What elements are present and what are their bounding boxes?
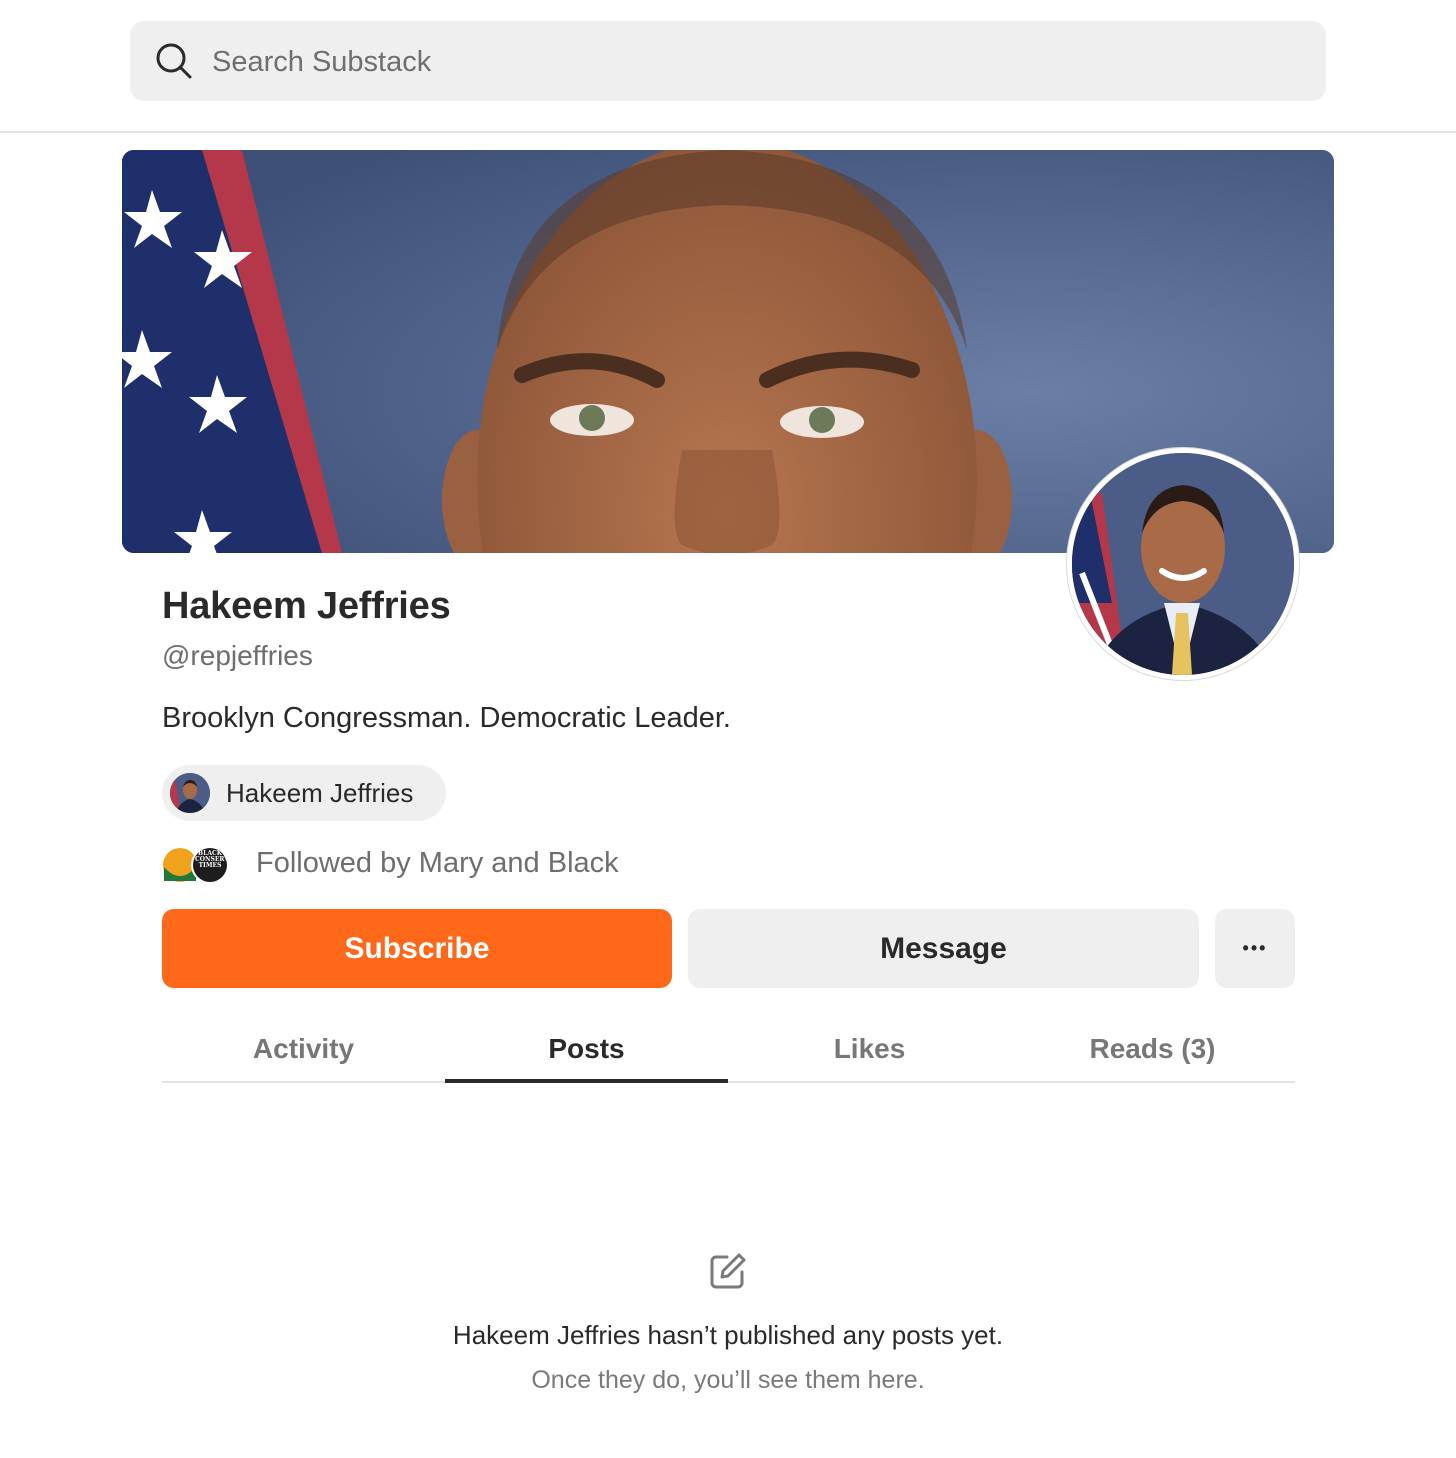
- follower-badge-text: BLACK CONSERVATIVE TIMES: [195, 850, 250, 869]
- followed-by-text[interactable]: Followed by Mary and Black: [256, 847, 619, 880]
- tab-likes[interactable]: Likes: [728, 1015, 1011, 1083]
- search-icon[interactable]: [154, 41, 194, 81]
- profile-name: Hakeem Jeffries: [162, 585, 451, 627]
- empty-state-subtitle: Once they do, you’ll see them here.: [531, 1366, 925, 1394]
- header-divider: [0, 131, 1456, 133]
- profile-avatar[interactable]: [1067, 448, 1299, 680]
- subscribe-button[interactable]: Subscribe: [162, 909, 672, 988]
- follower-avatars[interactable]: BLACK CONSERVATIVE TIMES: [162, 845, 250, 885]
- publication-avatar: [170, 773, 210, 813]
- profile-tabs: Activity Posts Likes Reads (3): [162, 1015, 1295, 1085]
- tab-posts[interactable]: Posts: [445, 1015, 728, 1083]
- profile-handle: @repjeffries: [162, 640, 313, 671]
- message-button[interactable]: Message: [688, 909, 1199, 988]
- edit-icon: [710, 1253, 746, 1289]
- publication-name: Hakeem Jeffries: [226, 778, 414, 808]
- profile-bio: Brooklyn Congressman. Democratic Leader.: [162, 702, 731, 734]
- profile-page: Hakeem Jeffries @repjeffries Brooklyn Co…: [0, 0, 1456, 1458]
- publication-chip[interactable]: Hakeem Jeffries: [162, 765, 446, 821]
- empty-state-title: Hakeem Jeffries hasn’t published any pos…: [452, 1320, 1004, 1350]
- ellipsis-icon: •••: [1242, 938, 1268, 958]
- active-tab-indicator: [445, 1079, 728, 1083]
- more-options-button[interactable]: •••: [1215, 909, 1295, 988]
- tabs-divider: [162, 1081, 1295, 1083]
- search-input[interactable]: [212, 40, 1292, 84]
- tab-activity[interactable]: Activity: [162, 1015, 445, 1083]
- tab-reads[interactable]: Reads (3): [1011, 1015, 1294, 1083]
